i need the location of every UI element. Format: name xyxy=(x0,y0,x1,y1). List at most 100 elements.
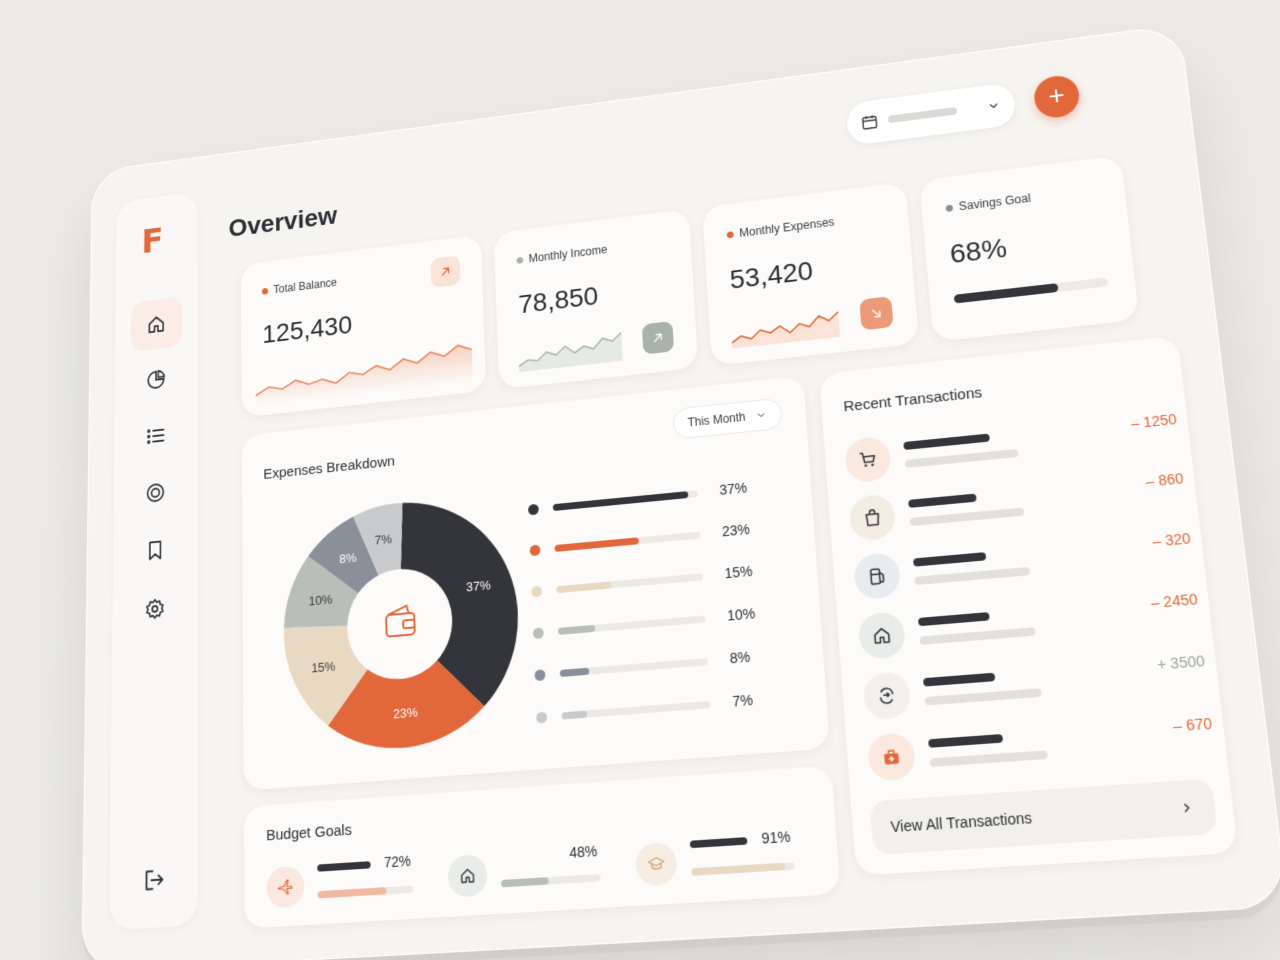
legend-percent: 7% xyxy=(731,691,754,710)
legend-percent: 10% xyxy=(726,605,756,624)
transaction-subtitle-placeholder xyxy=(914,566,1031,586)
page-title: Overview xyxy=(228,201,338,243)
legend-bar-track xyxy=(552,490,699,512)
transaction-title-placeholder xyxy=(917,612,990,627)
app-logo[interactable]: F xyxy=(141,220,172,261)
legend-row: 8% xyxy=(534,647,773,687)
device-frame: F Overview + Total Balance 125,430 Month… xyxy=(81,23,1280,960)
view-all-label: View All Transactions xyxy=(889,809,1033,836)
transaction-subtitle-placeholder xyxy=(904,448,1019,468)
wallet-icon xyxy=(386,605,415,637)
savings-progress-track xyxy=(953,277,1109,304)
chevron-down-icon xyxy=(758,413,765,418)
transaction-title-placeholder xyxy=(912,552,987,567)
transaction-icon-wrap xyxy=(844,435,892,484)
legend-bar-track xyxy=(557,615,706,635)
home-icon xyxy=(146,312,167,336)
goal-progress-track xyxy=(317,885,414,899)
view-all-transactions-button[interactable]: View All Transactions xyxy=(869,778,1218,856)
budget-goal[interactable]: 91% xyxy=(635,827,813,902)
cart-icon xyxy=(857,449,879,467)
legend-bar-fill xyxy=(557,624,596,635)
goal-progress-fill xyxy=(501,877,549,888)
transaction-amount: – 670 xyxy=(1172,714,1213,735)
period-dropdown[interactable]: This Month xyxy=(672,397,783,440)
status-dot xyxy=(726,230,734,239)
transaction-subtitle-placeholder xyxy=(909,507,1025,527)
recent-transactions-card: Recent Transactions – 1250 – 860 – 320 – 24… xyxy=(818,335,1239,876)
donut-slice-label: 15% xyxy=(311,659,335,675)
legend-row: 23% xyxy=(529,520,764,561)
legend-bar-fill xyxy=(554,537,639,552)
legend-percent: 23% xyxy=(721,520,751,540)
section-title: Expenses Breakdown xyxy=(263,453,396,483)
donut-slice-label: 7% xyxy=(375,532,393,547)
expenses-sparkline xyxy=(730,302,841,349)
legend-dot xyxy=(536,711,548,724)
add-button[interactable]: + xyxy=(1032,73,1082,121)
legend-bar-track xyxy=(554,531,701,552)
legend-percent: 8% xyxy=(729,648,751,667)
stat-card-total-balance: Total Balance 125,430 xyxy=(240,234,487,418)
donut-slice-label: 37% xyxy=(466,578,491,594)
section-title: Recent Transactions xyxy=(842,384,983,416)
budget-goal[interactable]: 72% xyxy=(266,851,429,923)
graduation-icon xyxy=(647,854,666,874)
transaction-icon-wrap xyxy=(848,493,897,542)
legend-dot xyxy=(534,669,546,682)
chevron-right-icon xyxy=(1178,800,1195,816)
list-icon xyxy=(145,424,166,448)
expenses-breakdown-card: Expenses Breakdown This Month 37% 23% 15% 1… xyxy=(241,375,831,791)
section-title: Budget Goals xyxy=(266,821,352,845)
stat-value: 68% xyxy=(948,232,1009,269)
transaction-amount: – 860 xyxy=(1144,469,1185,490)
house-icon xyxy=(459,866,477,886)
legend-bar-track xyxy=(561,700,711,720)
goal-icon-wrap xyxy=(635,841,678,887)
arrow-up-right-icon xyxy=(439,265,452,279)
transaction-subtitle-placeholder xyxy=(919,627,1036,645)
income-sparkline xyxy=(518,327,623,373)
sidebar-item-saved[interactable] xyxy=(129,522,182,580)
legend-bar-fill xyxy=(559,667,590,678)
sidebar-item-goals[interactable] xyxy=(129,464,182,521)
transaction-title-placeholder xyxy=(903,433,990,451)
logout-icon[interactable] xyxy=(143,866,167,894)
goal-title-placeholder xyxy=(317,861,371,872)
sidebar-item-analytics[interactable] xyxy=(130,352,182,408)
legend-bar-track xyxy=(559,657,709,678)
goal-progress-fill xyxy=(317,887,387,899)
savings-progress-fill xyxy=(953,283,1059,304)
transaction-subtitle-placeholder xyxy=(924,688,1042,706)
transaction-icon-wrap xyxy=(862,671,912,721)
plane-icon xyxy=(277,877,294,897)
legend-row: 37% xyxy=(528,478,762,520)
fuel-icon xyxy=(866,565,888,587)
trend-up-badge xyxy=(430,255,461,288)
goal-progress-track xyxy=(691,862,795,876)
legend-bar-fill xyxy=(552,491,689,512)
budget-goal[interactable]: 48% xyxy=(447,839,617,912)
sidebar-item-home[interactable] xyxy=(130,296,183,353)
status-dot xyxy=(261,287,269,295)
target-icon xyxy=(145,481,166,505)
goal-title-placeholder xyxy=(689,837,748,849)
calendar-icon xyxy=(860,113,879,132)
legend-bar-track xyxy=(556,573,704,594)
transaction-icon-wrap xyxy=(866,731,917,782)
legend-dot xyxy=(532,627,544,640)
goal-icon-wrap xyxy=(266,865,305,909)
legend-dot xyxy=(529,544,541,557)
transaction-amount: – 2450 xyxy=(1149,590,1199,612)
stat-label: Savings Goal xyxy=(945,191,1031,215)
stat-value: 53,420 xyxy=(728,255,814,295)
legend-row: 10% xyxy=(532,604,770,644)
sidebar-item-transactions[interactable] xyxy=(129,408,181,465)
sidebar: F xyxy=(109,191,198,931)
legend-percent: 15% xyxy=(724,562,754,582)
home-icon xyxy=(871,624,893,646)
goal-icon-wrap xyxy=(447,853,488,898)
legend-dot xyxy=(528,503,539,516)
donut-slice-label: 10% xyxy=(308,592,332,608)
sidebar-item-settings[interactable] xyxy=(128,580,182,638)
